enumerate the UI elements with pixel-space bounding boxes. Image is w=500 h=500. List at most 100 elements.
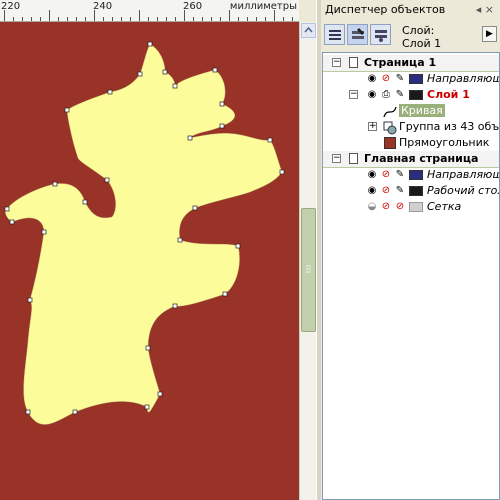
ruler-tick [4,10,5,21]
ruler-tick [247,17,248,21]
layer-label: Слой: [402,24,435,37]
ruler-tick [157,17,158,21]
rectangle-icon [384,137,396,149]
master-label: Главная страница [364,152,479,165]
eye-icon[interactable]: ◉ [366,73,378,85]
curve-node-handle[interactable] [235,243,241,249]
horizontal-ruler[interactable]: 220 240 260 миллиметры [0,0,299,22]
docker-pin-close[interactable]: ◂ × [476,3,494,16]
tree-row-desktop[interactable]: ◉ ⊘ ✎ Рабочий стол [323,183,499,199]
layer1-label: Слой 1 [427,88,470,101]
curve-node-handle[interactable] [145,345,151,351]
scroll-thumb[interactable] [301,208,316,332]
curve-node-handle[interactable] [25,409,31,415]
collapse-master-toggle[interactable]: − [332,154,341,163]
ruler-tick [292,17,293,21]
layer-color-swatch [409,90,423,100]
curve-node-handle[interactable] [64,107,70,113]
tree-row-layer1[interactable]: − ◉ ⎙ ✎ Слой 1 [323,87,499,103]
pencil-icon[interactable]: ✎ [394,89,406,101]
show-properties-button[interactable] [324,24,345,45]
page1-label: Страница 1 [364,56,437,69]
ruler-tick [76,17,77,21]
ruler-tick [22,17,23,21]
ruler-tick [238,17,239,21]
eye-icon[interactable]: ◒ [366,201,378,213]
page-icon [349,57,358,68]
curve-node-handle[interactable] [172,83,178,89]
curve-node-handle[interactable] [192,205,198,211]
grid-label: Сетка [427,200,462,213]
tree-row-guides2[interactable]: ◉ ⊘ ✎ Направляющие [323,167,499,183]
curve-node-handle[interactable] [27,297,33,303]
curve-node-handle[interactable] [279,169,285,175]
tree-row-grid[interactable]: ◒ ⊘ ⊘ Сетка [323,199,499,215]
layer-color-swatch [409,186,423,196]
curve-node-handle[interactable] [187,135,193,141]
curve-node-handle[interactable] [52,181,58,187]
curve-node-handle[interactable] [267,137,273,143]
ruler-tick [139,10,140,21]
pencil-icon[interactable]: ✎ [394,73,406,85]
curve-node-handle[interactable] [41,229,47,235]
drawing-canvas[interactable] [0,22,299,500]
arrow-up-icon [304,26,313,33]
curve-node-handle[interactable] [162,69,168,75]
vertical-scrollbar[interactable] [299,22,317,500]
eye-icon[interactable]: ◉ [366,169,378,181]
scroll-up-button[interactable] [301,23,316,38]
no-print-icon[interactable]: ⊘ [380,201,392,213]
object-manager-docker: Диспетчер объектов ◂ × Слой: Слой 1 ▶ − … [321,0,500,500]
expand-group-toggle[interactable]: + [368,122,377,131]
printer-icon[interactable]: ⎙ [380,89,392,101]
docker-title: Диспетчер объектов [325,3,446,16]
curve-node-handle[interactable] [9,219,15,225]
layer-manager-view-button[interactable] [370,24,391,45]
docker-menu-arrow-button[interactable]: ▶ [482,26,497,42]
curve-node-handle[interactable] [222,291,228,297]
ruler-tick [31,17,32,21]
curve-node-handle[interactable] [137,71,143,77]
ruler-tick [85,17,86,21]
edit-across-layers-button[interactable] [347,24,368,45]
collapse-page1-toggle[interactable]: − [332,58,341,67]
no-edit-icon[interactable]: ⊘ [394,201,406,213]
curve-node-handle[interactable] [147,41,153,47]
curve-node-handle[interactable] [172,303,178,309]
curve-node-handle[interactable] [177,237,183,243]
curve-label: Кривая [399,104,445,117]
tree-row-rectangle[interactable]: Прямоугольник [323,135,499,151]
tree-row-guides1[interactable]: ◉ ⊘ ✎ Направляющие [323,71,499,87]
eye-icon[interactable]: ◉ [366,185,378,197]
group-label: Группа из 43 объектов [399,120,500,133]
drawing-svg [4,41,285,425]
no-print-icon[interactable]: ⊘ [380,185,392,197]
show-properties-icon [328,29,341,40]
curve-node-handle[interactable] [82,199,88,205]
curve-node-handle[interactable] [72,409,78,415]
curve-node-handle[interactable] [157,391,163,397]
curve-node-handle[interactable] [104,177,110,183]
pencil-icon[interactable]: ✎ [394,185,406,197]
flame-curve-shape[interactable] [5,43,283,425]
ruler-tick [49,10,50,21]
tree-row-group[interactable]: + Группа из 43 объектов [323,119,500,135]
curve-node-handle[interactable] [4,206,10,212]
curve-node-handle[interactable] [212,67,218,73]
pencil-icon[interactable]: ✎ [394,169,406,181]
curve-node-handle[interactable] [144,404,150,410]
tree-row-master[interactable]: − Главная страница [323,151,499,168]
layer-color-swatch [409,202,423,212]
tree-row-curve[interactable]: Кривая [323,103,499,119]
ruler-tick [58,17,59,21]
curve-node-handle[interactable] [219,101,225,107]
object-tree[interactable]: − Страница 1 ◉ ⊘ ✎ Направляющие − ◉ ⎙ ✎ … [322,52,500,500]
eye-icon[interactable]: ◉ [366,89,378,101]
no-print-icon[interactable]: ⊘ [380,73,392,85]
collapse-layer1-toggle[interactable]: − [349,90,358,99]
curve-node-handle[interactable] [107,89,113,95]
guides2-label: Направляющие [427,168,499,181]
curve-node-handle[interactable] [219,123,225,129]
tree-row-page1[interactable]: − Страница 1 [323,55,499,72]
no-print-icon[interactable]: ⊘ [380,169,392,181]
